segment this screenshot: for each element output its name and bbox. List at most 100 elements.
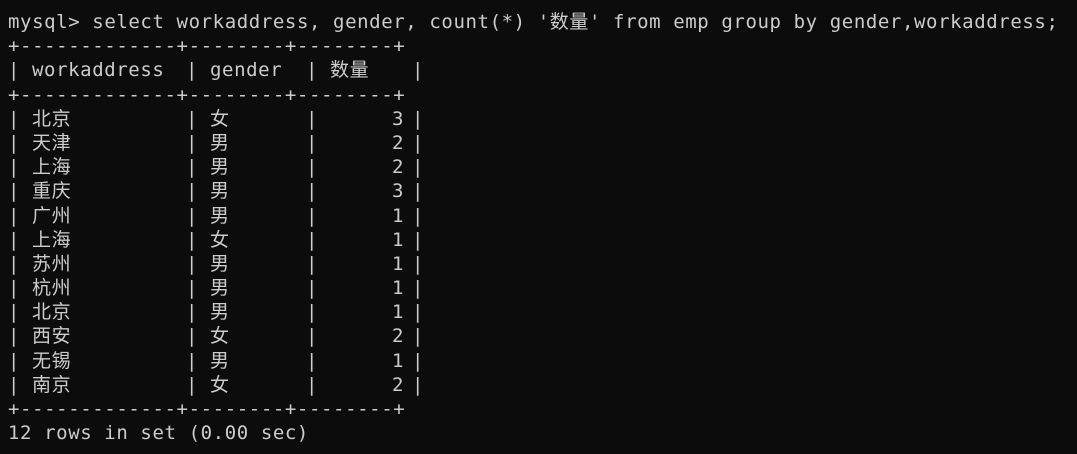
header-workaddress: workaddress (32, 59, 165, 82)
command-line: mysql> select workaddress, gender, count… (8, 10, 1077, 34)
cell-workaddress: 上海 (32, 228, 72, 251)
cell-border: | (306, 228, 319, 251)
cell-border: | (306, 301, 319, 324)
cell-workaddress: 上海 (32, 156, 72, 179)
table-row: | 南京 | 女 | 2 | (8, 373, 1077, 397)
cell-border: | (8, 373, 21, 396)
table-border-bottom: +-------------+--------+--------+ (8, 398, 406, 420)
cell-border: | (306, 180, 319, 203)
table-border-mid: +-------------+--------+--------+ (8, 83, 406, 106)
cell-gender: 男 (210, 180, 230, 203)
cell-gender: 女 (210, 228, 230, 251)
cell-border: | (8, 325, 21, 348)
cell-border: | (306, 373, 319, 396)
cell-count: 1 (391, 252, 404, 275)
table-border-top: +-------------+--------+--------+ (8, 35, 406, 58)
table-row: | 杭州 | 男 | 1 | (8, 276, 1077, 300)
cell-border: | (8, 131, 21, 154)
cell-border: | (186, 204, 199, 227)
result-summary: 12 rows in set (0.00 sec) (8, 422, 309, 445)
cell-border: | (186, 180, 199, 203)
cell-gender: 男 (210, 301, 230, 324)
cell-border: | (412, 325, 425, 348)
cell-border: | (306, 325, 319, 348)
table-row: | 重庆 | 男 | 3 | (8, 179, 1077, 203)
table-row: | 广州 | 男 | 1 | (8, 204, 1077, 228)
table-row: | 上海 | 女 | 1 | (8, 228, 1077, 252)
table-row: | 北京 | 女 | 3 | (8, 107, 1077, 131)
cell-workaddress: 广州 (32, 204, 72, 227)
cell-count: 1 (391, 277, 404, 300)
table-body: | 北京 | 女 | 3 | | 天津 | 男 | 2 | | 上海 | 男 | 2 | | 重庆 | 男 | 3 | | 广州 | 男 | 1 |… (8, 107, 1077, 397)
cell-border: | (306, 156, 319, 179)
cell-count: 3 (391, 180, 404, 203)
cell-border: | (8, 228, 21, 251)
cell-count: 1 (391, 204, 404, 227)
cell-gender: 女 (210, 325, 230, 348)
cell-workaddress: 天津 (32, 131, 72, 154)
cell-border: | (412, 373, 425, 396)
cell-workaddress: 重庆 (32, 180, 72, 203)
cell-border: | (306, 107, 319, 130)
cell-border: | (186, 107, 199, 130)
cell-border: | (412, 228, 425, 251)
cell-workaddress: 南京 (32, 373, 72, 396)
table-row: | 北京 | 男 | 1 | (8, 300, 1077, 324)
cell-count: 1 (391, 301, 404, 324)
cell-border: | (8, 277, 21, 300)
cell-workaddress: 杭州 (32, 277, 72, 300)
cell-border: | (8, 349, 21, 372)
cell-border: | (186, 301, 199, 324)
cell-border: | (412, 180, 425, 203)
cell-border: | (186, 252, 199, 275)
cell-gender: 男 (210, 204, 230, 227)
cell-gender: 男 (210, 156, 230, 179)
cell-border: | (8, 252, 21, 275)
table-row: | 西安 | 女 | 2 | (8, 324, 1077, 348)
cell-border: | (186, 131, 199, 154)
cell-border: | (412, 107, 425, 130)
cell-border: | (412, 349, 425, 372)
cell-border: | (306, 277, 319, 300)
table-row: | 上海 | 男 | 2 | (8, 155, 1077, 179)
cell-border: | (186, 277, 199, 300)
cell-count: 2 (391, 373, 404, 396)
table-header-row: | workaddress | gender | 数量 | (8, 59, 425, 82)
cell-border: | (8, 107, 21, 130)
cell-count: 2 (391, 131, 404, 154)
cell-gender: 女 (210, 107, 230, 130)
cell-border: | (186, 373, 199, 396)
cell-workaddress: 北京 (32, 301, 72, 324)
prompt: mysql> (8, 11, 81, 33)
cell-count: 3 (391, 107, 404, 130)
cell-border: | (8, 204, 21, 227)
cell-border: | (412, 204, 425, 227)
cell-border: | (186, 228, 199, 251)
table-row: | 无锡 | 男 | 1 | (8, 349, 1077, 373)
cell-border: | (306, 349, 319, 372)
cell-gender: 男 (210, 349, 230, 372)
cell-gender: 男 (210, 277, 230, 300)
cell-border: | (186, 156, 199, 179)
cell-gender: 男 (210, 131, 230, 154)
cell-gender: 男 (210, 252, 230, 275)
cell-border: | (412, 252, 425, 275)
cell-workaddress: 西安 (32, 325, 72, 348)
table-row: | 天津 | 男 | 2 | (8, 131, 1077, 155)
cell-border: | (186, 349, 199, 372)
cell-border: | (306, 252, 319, 275)
cell-count: 1 (391, 228, 404, 251)
terminal-window[interactable]: mysql> select workaddress, gender, count… (0, 0, 1077, 454)
header-count: 数量 (330, 59, 370, 82)
cell-gender: 女 (210, 373, 230, 396)
cell-count: 2 (391, 156, 404, 179)
cell-border: | (186, 325, 199, 348)
cell-count: 2 (391, 325, 404, 348)
cell-border: | (8, 180, 21, 203)
table-row: | 苏州 | 男 | 1 | (8, 252, 1077, 276)
cell-border: | (412, 301, 425, 324)
cell-workaddress: 无锡 (32, 349, 72, 372)
cell-border: | (306, 131, 319, 154)
cell-workaddress: 苏州 (32, 252, 72, 275)
cell-workaddress: 北京 (32, 107, 72, 130)
